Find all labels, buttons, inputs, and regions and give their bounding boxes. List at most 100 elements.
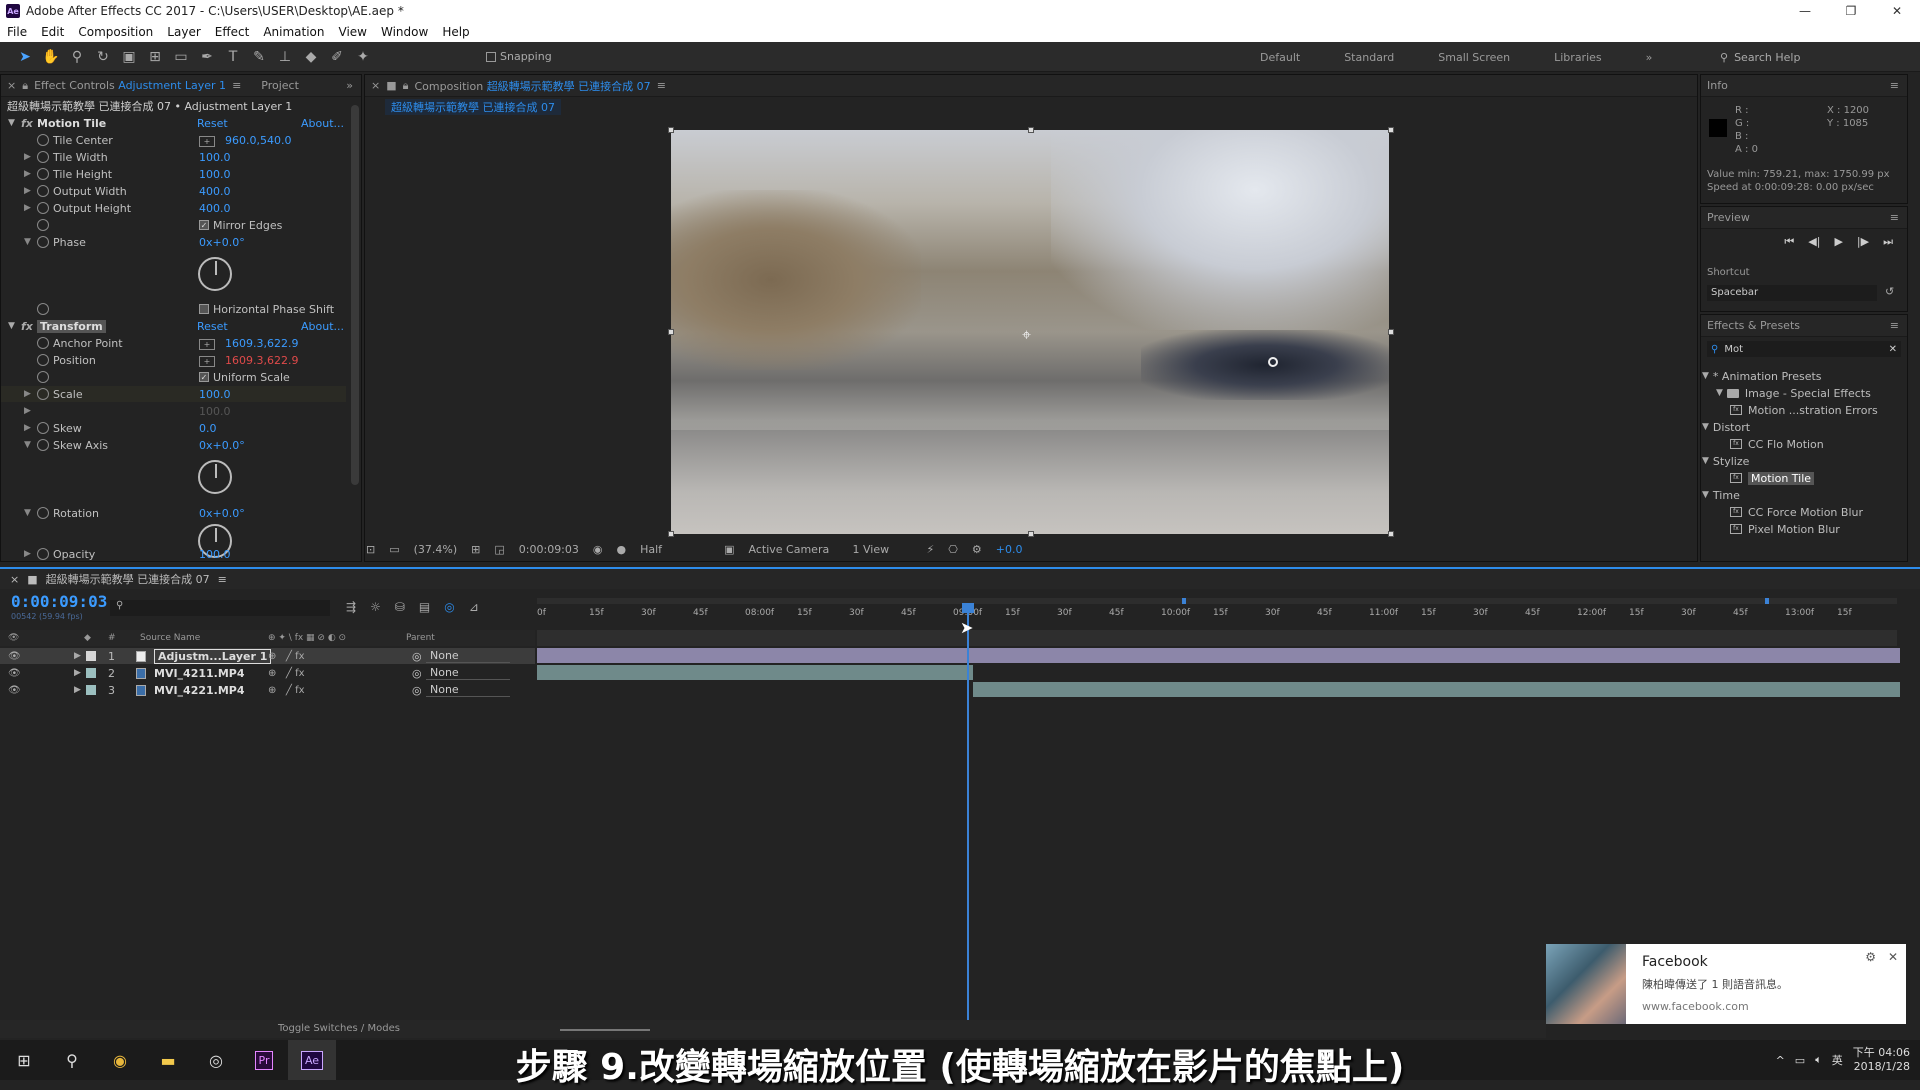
stopwatch-icon[interactable] <box>37 354 49 366</box>
clear-search-icon[interactable]: ✕ <box>1889 344 1897 355</box>
snapping-toggle[interactable]: Snapping <box>486 50 552 63</box>
pen-tool-icon[interactable]: ✒ <box>194 46 220 68</box>
expand-icon[interactable]: ▶ <box>24 423 31 433</box>
tab-effect-controls[interactable]: Effect Controls Adjustment Layer 1 <box>34 79 226 92</box>
mirror-edges-checkbox[interactable]: ✓ Mirror Edges <box>199 219 282 232</box>
close-tab-icon[interactable]: × <box>10 573 19 586</box>
label-color-swatch[interactable] <box>86 668 96 678</box>
effects-item[interactable]: ▼ Stylize <box>1698 453 1904 469</box>
region-icon[interactable]: ⊡ <box>366 543 375 556</box>
scale-value[interactable]: 100.0 <box>199 388 231 401</box>
stopwatch-icon[interactable] <box>37 337 49 349</box>
playhead[interactable] <box>962 603 974 1020</box>
hand-tool-icon[interactable]: ✋ <box>38 46 64 68</box>
checkbox-checked-icon[interactable]: ✓ <box>199 220 209 230</box>
transform-handle[interactable] <box>668 329 674 335</box>
panel-menu-icon[interactable]: ≡ <box>232 79 241 92</box>
anchor-point-value[interactable]: +1609.3,622.9 <box>199 337 298 350</box>
work-area-start[interactable] <box>1182 598 1186 604</box>
motion-blur-icon[interactable]: ◎ <box>444 600 454 614</box>
type-tool-icon[interactable]: T <box>220 46 246 68</box>
playhead-handle[interactable] <box>962 603 974 613</box>
close-tab-icon[interactable]: × <box>371 79 380 92</box>
effects-search-input[interactable]: ⚲ Mot ✕ <box>1707 341 1901 357</box>
motion-tile-reset[interactable]: Reset <box>197 117 228 130</box>
previous-frame-icon[interactable]: ◀| <box>1808 235 1820 249</box>
zoom-tool-icon[interactable]: ⚲ <box>64 46 90 68</box>
effects-item[interactable]: ▼ Time <box>1698 487 1904 503</box>
more-workspaces-icon[interactable]: » <box>1646 51 1653 64</box>
collapse-icon[interactable]: ▼ <box>24 440 31 450</box>
menu-edit[interactable]: Edit <box>34 25 71 39</box>
expand-icon[interactable]: ▶ <box>74 685 81 695</box>
stopwatch-icon[interactable] <box>37 236 49 248</box>
menu-file[interactable]: File <box>0 25 34 39</box>
expand-icon[interactable]: ▶ <box>74 668 81 678</box>
transform-handle[interactable] <box>1388 531 1394 537</box>
layer-name[interactable]: Adjustm...Layer 1 <box>154 648 272 664</box>
source-name-header[interactable]: Source Name <box>140 633 200 643</box>
snapshot-icon[interactable]: ◉ <box>593 543 603 556</box>
visibility-eye-icon[interactable]: 👁︎ <box>8 668 21 679</box>
workspace-standard[interactable]: Standard <box>1344 51 1394 64</box>
menu-effect[interactable]: Effect <box>208 25 257 39</box>
layer-switches[interactable]: ⊕ ╱ fx <box>268 651 305 662</box>
views-dropdown[interactable]: 1 View <box>853 543 913 556</box>
stopwatch-icon[interactable] <box>37 388 49 400</box>
label-color-swatch[interactable] <box>86 651 96 661</box>
anchor-point-icon[interactable]: ⌖ <box>1022 325 1031 345</box>
color-channel-icon[interactable]: ● <box>617 543 627 556</box>
crosshair-icon[interactable]: + <box>199 135 215 147</box>
effects-item[interactable]: ▼ * Animation Presets <box>1698 368 1904 384</box>
exposure-icon[interactable]: ⚙ <box>972 543 982 556</box>
effects-item[interactable]: fx Motion Tile <box>1698 470 1904 486</box>
current-time[interactable]: 0:00:09:03 <box>519 543 579 556</box>
skew-value[interactable]: 0.0 <box>199 422 217 435</box>
expand-icon[interactable]: ▶ <box>24 152 31 162</box>
panel-menu-icon[interactable]: ≡ <box>1890 79 1899 92</box>
flowchart-icon[interactable]: ⎔ <box>948 543 958 556</box>
crosshair-icon[interactable]: + <box>199 338 215 350</box>
stopwatch-icon[interactable] <box>37 168 49 180</box>
loop-icon[interactable]: ↺ <box>1885 285 1894 298</box>
tile-height-value[interactable]: 100.0 <box>199 168 231 181</box>
layer-duration-bar[interactable] <box>537 665 973 680</box>
collapse-icon[interactable]: ▼ <box>1702 422 1709 432</box>
expand-icon[interactable]: ▶ <box>24 549 31 559</box>
selection-tool-icon[interactable]: ➤ <box>12 46 38 68</box>
graph-editor-icon[interactable]: ⊿ <box>469 600 479 614</box>
close-tab-icon[interactable]: × <box>7 79 16 92</box>
lock-icon[interactable]: 🔒︎ <box>403 79 409 93</box>
visibility-eye-icon[interactable]: 👁︎ <box>8 651 21 662</box>
play-icon[interactable]: ▶ <box>1834 235 1842 249</box>
stopwatch-icon[interactable] <box>37 507 49 519</box>
zoom-dropdown[interactable]: (37.4%) <box>414 543 458 556</box>
output-width-value[interactable]: 400.0 <box>199 185 231 198</box>
collapse-icon[interactable]: ▼ <box>8 321 15 331</box>
layer-duration-bar[interactable] <box>537 648 1900 663</box>
close-notification-icon[interactable]: ✕ <box>1888 950 1898 964</box>
collapse-icon[interactable]: ▼ <box>24 237 31 247</box>
panel-menu-icon[interactable]: ≡ <box>1890 211 1899 224</box>
breadcrumb-comp[interactable]: 超級轉場示範教學 已連接合成 07 <box>385 99 561 115</box>
uniform-scale-checkbox[interactable]: ✓ Uniform Scale <box>199 371 290 384</box>
grid-icon[interactable]: ⊞ <box>471 543 480 556</box>
opacity-value[interactable]: 100.0 <box>199 548 231 561</box>
effect-motion-tile[interactable]: ▼ fx Motion Tile Reset About... <box>1 115 346 131</box>
effects-item[interactable]: ▼ Distort <box>1698 419 1904 435</box>
expand-icon[interactable]: ▶ <box>24 169 31 179</box>
parent-pickwhip-icon[interactable]: ◎ <box>412 684 422 697</box>
roto-brush-tool-icon[interactable]: ✐ <box>324 46 350 68</box>
scrollbar[interactable] <box>351 105 359 485</box>
collapse-icon[interactable]: ▼ <box>1702 490 1709 500</box>
checkbox-checked-icon[interactable]: ✓ <box>199 372 209 382</box>
panel-menu-icon[interactable]: ≡ <box>1890 319 1899 332</box>
crosshair-icon[interactable]: + <box>199 355 215 367</box>
label-color-swatch[interactable] <box>86 685 96 695</box>
exposure-value[interactable]: +0.0 <box>996 543 1023 556</box>
pan-behind-tool-icon[interactable]: ⊞ <box>142 46 168 68</box>
collapse-icon[interactable]: ▼ <box>24 508 31 518</box>
draft-3d-icon[interactable]: ☼ <box>370 600 381 614</box>
workspace-small-screen[interactable]: Small Screen <box>1438 51 1510 64</box>
effects-item[interactable]: ▼ Image - Special Effects <box>1698 385 1904 401</box>
